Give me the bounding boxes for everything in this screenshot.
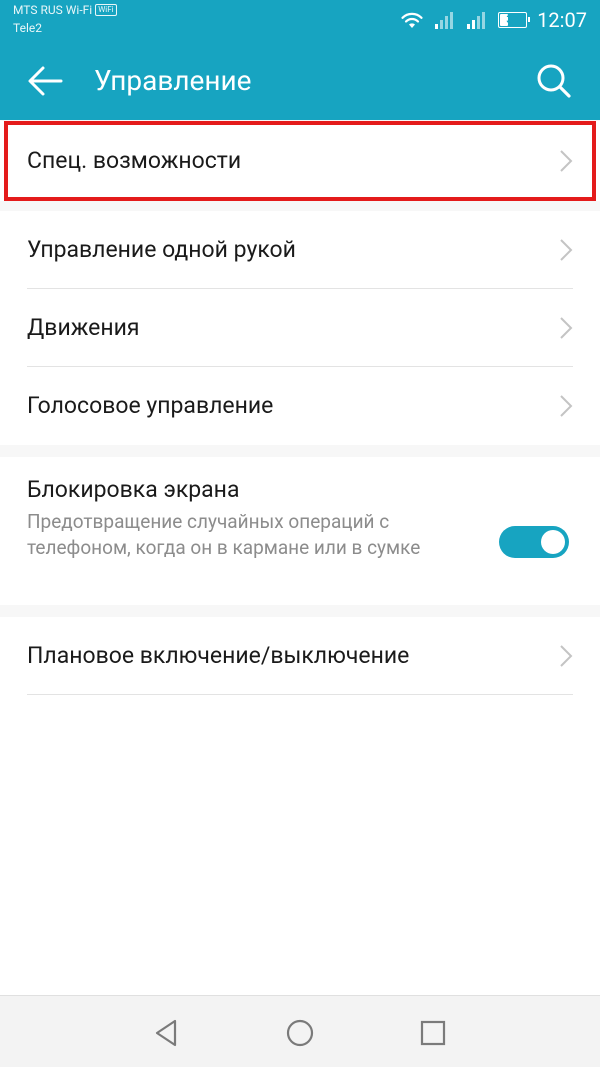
arrow-left-icon[interactable] — [25, 65, 65, 97]
status-bar: MTS RUS Wi-Fi WiFi Tele2 37 12:07 — [0, 0, 600, 42]
page-title: Управление — [94, 64, 252, 97]
chevron-right-icon — [560, 395, 573, 417]
divider — [27, 694, 573, 695]
menu-item-voice-control[interactable]: Голосовое управление — [0, 367, 600, 445]
battery-level: 37 — [506, 13, 519, 26]
status-icons: 37 12:07 — [400, 6, 587, 34]
menu-item-label: Движения — [27, 314, 140, 341]
wifi-calling-badge: WiFi — [95, 4, 117, 16]
chevron-right-icon — [560, 317, 573, 339]
screen-lock-toggle[interactable] — [499, 526, 569, 558]
signal-icon — [435, 12, 454, 29]
navigation-bar — [0, 995, 600, 1067]
menu-item-label: Спец. возможности — [27, 147, 242, 174]
card-accessibility: Спец. возможности — [0, 121, 600, 201]
status-time: 12:07 — [537, 8, 587, 32]
menu-item-label: Плановое включение/выключение — [27, 642, 410, 669]
signal-icon — [467, 12, 486, 29]
battery-icon: 37 — [498, 12, 531, 28]
setting-screen-lock[interactable]: Блокировка экрана Предотвращение случайн… — [0, 457, 600, 605]
setting-summary: Предотвращение случайных операций с теле… — [27, 510, 421, 559]
menu-item-label: Управление одной рукой — [27, 236, 296, 263]
nav-home-icon[interactable] — [283, 1016, 317, 1050]
chevron-right-icon — [560, 239, 573, 261]
nav-recent-icon[interactable] — [416, 1016, 450, 1050]
screen: MTS RUS Wi-Fi WiFi Tele2 37 12:07 Управл… — [0, 0, 600, 1067]
toggle-knob — [541, 530, 565, 554]
card-schedule: Плановое включение/выключение — [0, 617, 600, 995]
menu-item-accessibility[interactable]: Спец. возможности — [0, 121, 600, 201]
card-screen-lock: Блокировка экрана Предотвращение случайн… — [0, 457, 600, 605]
wifi-icon — [401, 12, 423, 28]
nav-back-icon[interactable] — [150, 1016, 184, 1050]
carrier-primary: MTS RUS Wi-Fi WiFi — [13, 3, 117, 17]
menu-item-scheduled-power[interactable]: Плановое включение/выключение — [0, 617, 600, 695]
menu-item-motions[interactable]: Движения — [0, 289, 600, 367]
search-icon[interactable] — [534, 61, 574, 101]
menu-item-one-hand-mode[interactable]: Управление одной рукой — [0, 211, 600, 289]
carrier-secondary: Tele2 — [13, 21, 42, 35]
app-bar: Управление — [0, 42, 600, 120]
carrier-primary-label: MTS RUS Wi-Fi — [13, 3, 93, 17]
chevron-right-icon — [560, 150, 573, 172]
setting-title: Блокировка экрана — [27, 476, 240, 503]
card-main-items: Управление одной рукой Движения Голосово… — [0, 211, 600, 445]
chevron-right-icon — [560, 645, 573, 667]
menu-item-label: Голосовое управление — [27, 392, 274, 419]
